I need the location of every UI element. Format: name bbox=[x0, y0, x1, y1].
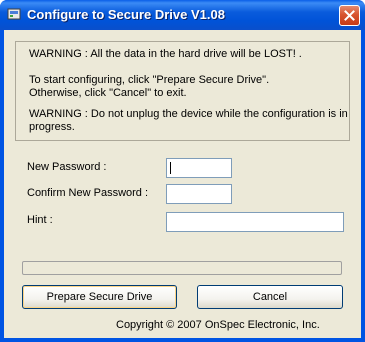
warning-data-loss-text: WARNING : All the data in the hard drive… bbox=[29, 48, 302, 60]
hint-label: Hint : bbox=[27, 214, 53, 226]
app-icon bbox=[7, 8, 21, 20]
cancel-button[interactable]: Cancel bbox=[197, 285, 343, 309]
title-bar[interactable]: Configure to Secure Drive V1.08 bbox=[0, 0, 365, 30]
dialog-client-area: WARNING : All the data in the hard drive… bbox=[4, 30, 361, 338]
dialog-window: Configure to Secure Drive V1.08 WARNING … bbox=[0, 0, 365, 342]
confirm-password-field[interactable] bbox=[166, 184, 232, 204]
warning-panel: WARNING : All the data in the hard drive… bbox=[15, 41, 350, 141]
progress-bar bbox=[22, 261, 342, 275]
hint-field[interactable] bbox=[166, 212, 344, 232]
warning-unplug-text-cont: progress. bbox=[29, 121, 75, 133]
window-title: Configure to Secure Drive V1.08 bbox=[27, 7, 225, 22]
instructions-cancel-text: Otherwise, click "Cancel" to exit. bbox=[29, 87, 187, 99]
confirm-password-label: Confirm New Password : bbox=[27, 187, 149, 199]
new-password-label: New Password : bbox=[27, 161, 107, 173]
prepare-secure-drive-button[interactable]: Prepare Secure Drive bbox=[22, 285, 177, 309]
new-password-field[interactable] bbox=[166, 158, 232, 178]
text-caret bbox=[170, 162, 171, 174]
close-icon bbox=[344, 10, 355, 21]
copyright-text: Copyright © 2007 OnSpec Electronic, Inc. bbox=[116, 319, 320, 331]
close-button[interactable] bbox=[339, 5, 360, 26]
warning-unplug-text: WARNING : Do not unplug the device while… bbox=[29, 108, 348, 120]
instructions-start-text: To start configuring, click "Prepare Sec… bbox=[29, 74, 270, 86]
